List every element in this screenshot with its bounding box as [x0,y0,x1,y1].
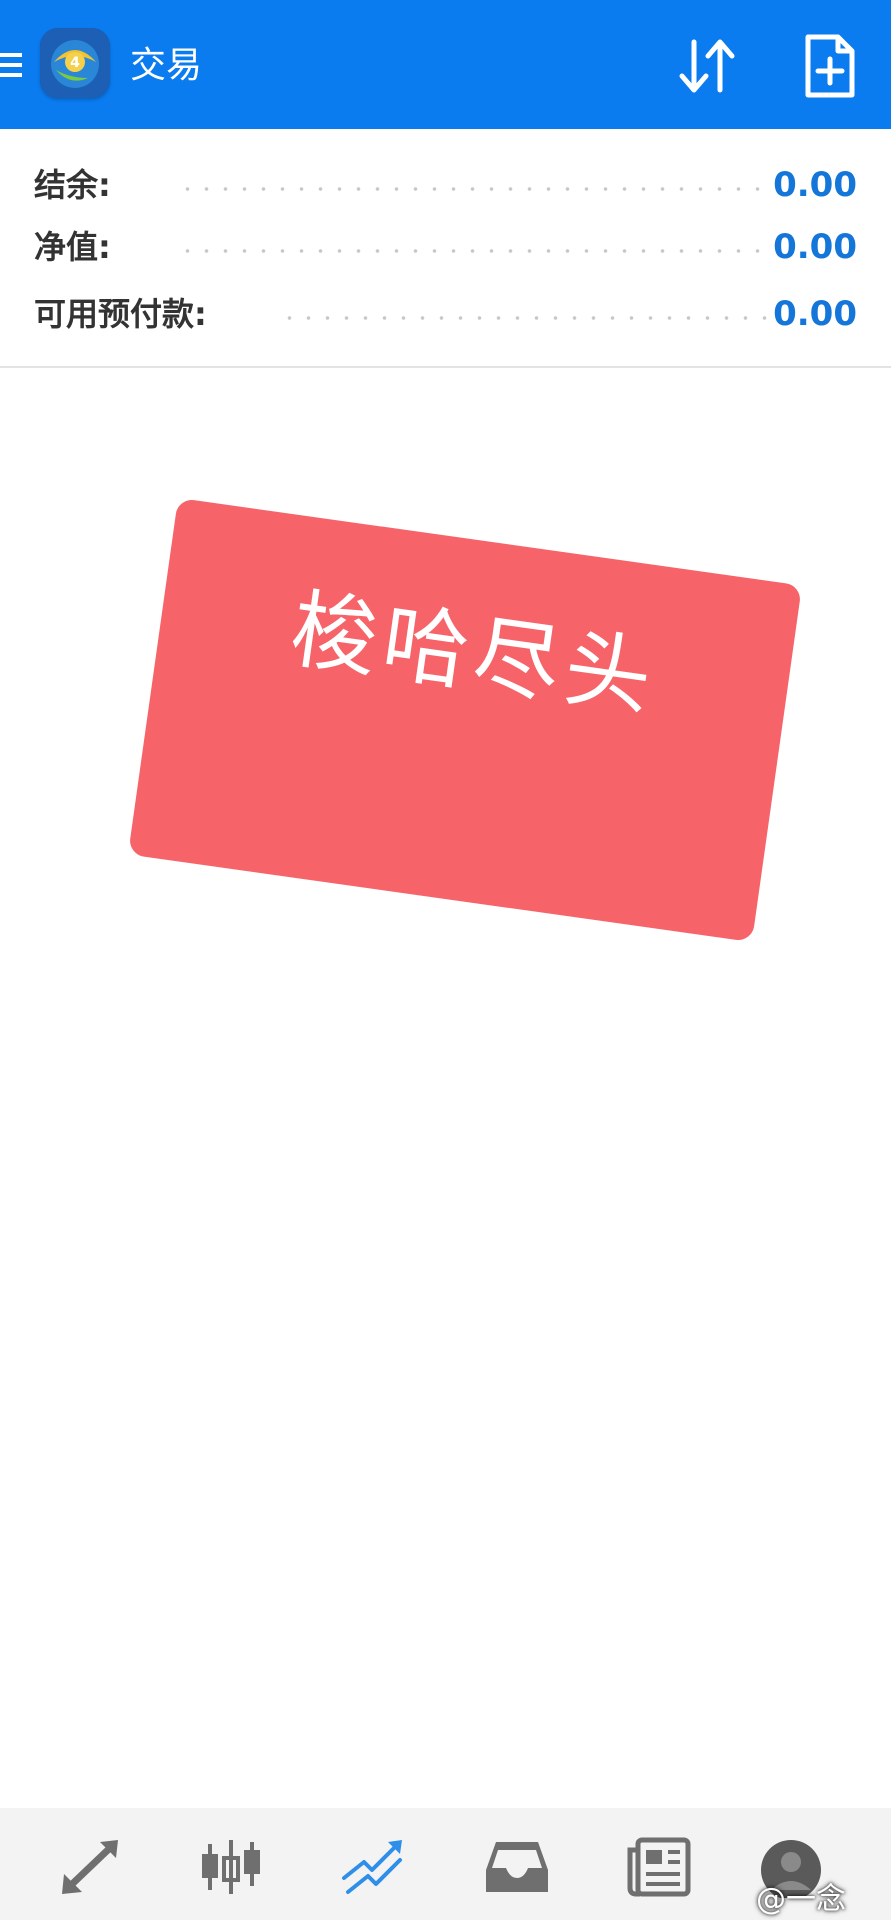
dot-leader [178,249,772,253]
balance-value: 0.00 [773,165,857,205]
free-margin-value: 0.00 [773,294,857,334]
watermark-text: @一念 [756,1882,846,1917]
candlestick-chart-icon[interactable] [196,1836,266,1898]
app-bar: 4 交易 [0,0,891,129]
news-icon[interactable] [624,1836,694,1898]
history-inbox-icon[interactable] [482,1836,552,1898]
equity-row: 净值: 0.00 [0,221,891,273]
svg-text:4: 4 [70,55,80,71]
balance-row: 结余: 0.00 [0,159,891,211]
account-summary: 结余: 0.00 净值: 0.00 可用预付款: 0.00 [0,129,891,368]
quotes-arrows-icon[interactable] [56,1836,126,1898]
dot-leader [280,316,772,320]
sort-button[interactable] [676,36,740,96]
dot-leader [178,187,772,191]
stamp-text: 梭哈尽头 [285,579,664,730]
page-title: 交易 [130,45,203,86]
metatrader-logo-icon: 4 [40,28,110,98]
free-margin-label: 可用预付款: [34,295,207,333]
stamp-card: 梭哈尽头 [128,497,802,943]
free-margin-row: 可用预付款: 0.00 [0,288,891,340]
new-order-button[interactable] [802,33,858,99]
equity-value: 0.00 [773,227,857,267]
trade-trend-icon[interactable] [338,1836,408,1898]
menu-icon[interactable] [0,49,24,81]
equity-label: 净值: [34,228,111,266]
balance-label: 结余: [34,166,111,204]
